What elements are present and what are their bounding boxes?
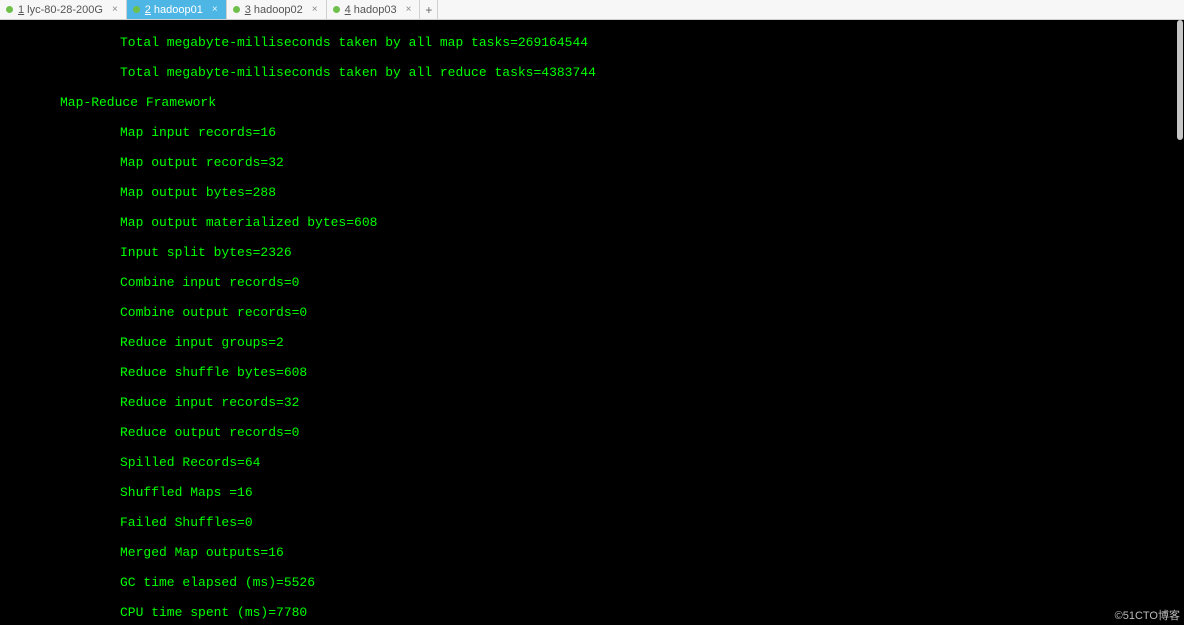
terminal-output[interactable]: Total megabyte-milliseconds taken by all… — [0, 20, 1184, 625]
term-line: Total megabyte-milliseconds taken by all… — [0, 35, 1184, 50]
status-dot-icon — [6, 6, 13, 13]
term-line: Input split bytes=2326 — [0, 245, 1184, 260]
close-icon[interactable]: × — [212, 4, 218, 15]
term-section: Map-Reduce Framework — [0, 95, 1184, 110]
term-line: Merged Map outputs=16 — [0, 545, 1184, 560]
scrollbar-thumb[interactable] — [1177, 20, 1183, 140]
term-line: Combine output records=0 — [0, 305, 1184, 320]
close-icon[interactable]: × — [312, 4, 318, 15]
tab-num: 3 — [245, 4, 251, 16]
tab-label: hadop03 — [354, 4, 397, 16]
status-dot-icon — [233, 6, 240, 13]
term-line: Reduce input records=32 — [0, 395, 1184, 410]
tab-hadoop01[interactable]: 2 hadoop01 × — [127, 0, 227, 19]
watermark: ©51CTO博客 — [1115, 607, 1180, 623]
tab-num: 1 — [18, 4, 24, 16]
tab-num: 2 — [145, 4, 151, 16]
tab-label: lyc-80-28-200G — [27, 4, 103, 16]
term-line: CPU time spent (ms)=7780 — [0, 605, 1184, 620]
status-dot-icon — [333, 6, 340, 13]
term-line: Total megabyte-milliseconds taken by all… — [0, 65, 1184, 80]
term-line: Reduce output records=0 — [0, 425, 1184, 440]
term-line: GC time elapsed (ms)=5526 — [0, 575, 1184, 590]
term-line: Map input records=16 — [0, 125, 1184, 140]
tab-label: hadoop02 — [254, 4, 303, 16]
term-line: Map output bytes=288 — [0, 185, 1184, 200]
tab-bar: 1 lyc-80-28-200G × 2 hadoop01 × 3 hadoop… — [0, 0, 1184, 20]
term-line: Map output records=32 — [0, 155, 1184, 170]
add-tab-button[interactable]: + — [420, 0, 438, 19]
tab-hadoop02[interactable]: 3 hadoop02 × — [227, 0, 327, 19]
tab-lyc[interactable]: 1 lyc-80-28-200G × — [0, 0, 127, 19]
term-line: Failed Shuffles=0 — [0, 515, 1184, 530]
tab-num: 4 — [345, 4, 351, 16]
tab-hadop03[interactable]: 4 hadop03 × — [327, 0, 421, 19]
term-line: Spilled Records=64 — [0, 455, 1184, 470]
term-line: Shuffled Maps =16 — [0, 485, 1184, 500]
term-line: Reduce input groups=2 — [0, 335, 1184, 350]
term-line: Combine input records=0 — [0, 275, 1184, 290]
status-dot-icon — [133, 6, 140, 13]
tab-label: hadoop01 — [154, 4, 203, 16]
close-icon[interactable]: × — [112, 4, 118, 15]
term-line: Reduce shuffle bytes=608 — [0, 365, 1184, 380]
term-line: Map output materialized bytes=608 — [0, 215, 1184, 230]
close-icon[interactable]: × — [406, 4, 412, 15]
